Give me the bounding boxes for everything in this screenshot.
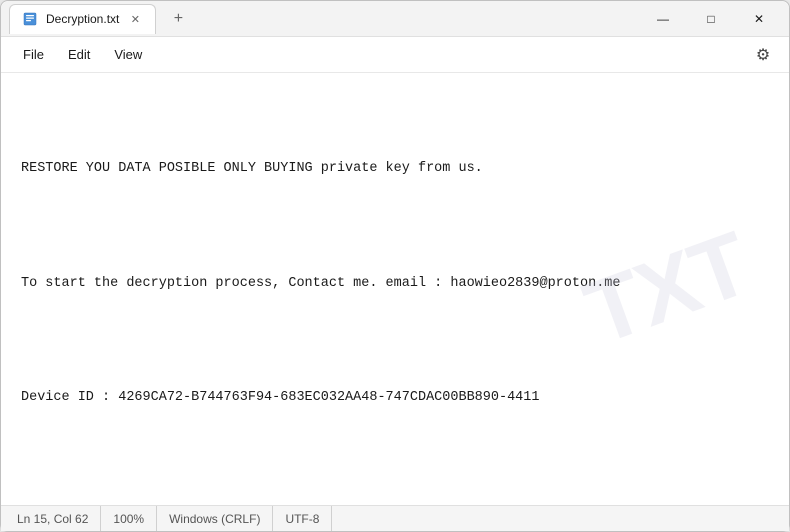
encoding[interactable]: UTF-8 (273, 506, 332, 531)
title-bar-left: Decryption.txt ✕ + (9, 4, 641, 34)
close-button[interactable]: ✕ (737, 3, 781, 35)
close-tab-button[interactable]: ✕ (127, 11, 143, 27)
file-menu[interactable]: File (13, 43, 54, 66)
line-5: Device ID : 4269CA72-B744763F94-683EC032… (21, 387, 769, 410)
view-menu[interactable]: View (104, 43, 152, 66)
menu-bar: File Edit View ⚙ (1, 37, 789, 73)
line-3: To start the decryption process, Contact… (21, 273, 769, 296)
cursor-position[interactable]: Ln 15, Col 62 (17, 506, 101, 531)
new-tab-button[interactable]: + (164, 5, 192, 33)
notepad-icon (22, 11, 38, 27)
active-tab[interactable]: Decryption.txt ✕ (9, 4, 156, 34)
line-1: RESTORE YOU DATA POSIBLE ONLY BUYING pri… (21, 158, 769, 181)
edit-menu[interactable]: Edit (58, 43, 100, 66)
menu-items: File Edit View (13, 43, 749, 66)
settings-icon[interactable]: ⚙ (749, 41, 777, 69)
status-bar: Ln 15, Col 62 100% Windows (CRLF) UTF-8 (1, 505, 789, 531)
app-window: Decryption.txt ✕ + — □ ✕ File Edit View … (0, 0, 790, 532)
editor-area: TXT RESTORE YOU DATA POSIBLE ONLY BUYING… (1, 73, 789, 505)
tab-label: Decryption.txt (46, 12, 119, 26)
maximize-button[interactable]: □ (689, 3, 733, 35)
title-bar: Decryption.txt ✕ + — □ ✕ (1, 1, 789, 37)
minimize-button[interactable]: — (641, 3, 685, 35)
editor-content[interactable]: TXT RESTORE YOU DATA POSIBLE ONLY BUYING… (1, 73, 789, 505)
window-controls: — □ ✕ (641, 3, 781, 35)
line-7: ### Attention ### (21, 502, 769, 505)
zoom-level[interactable]: 100% (101, 506, 157, 531)
line-ending[interactable]: Windows (CRLF) (157, 506, 273, 531)
